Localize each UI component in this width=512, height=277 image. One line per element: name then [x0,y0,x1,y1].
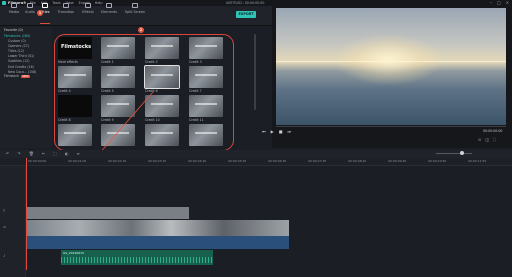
ruler-tick-label: 00:00:05:25 [228,159,247,163]
video-clip[interactable] [27,220,289,236]
cut-icon[interactable]: ✂ [42,151,45,156]
zoom-slider-handle[interactable] [460,151,464,155]
audio-mixer-icon[interactable]: ≡ [76,151,79,156]
ruler-tick-label: 00:00:00:00 [28,159,47,163]
ruler-tick-label: 00:00:02:10 [108,159,127,163]
undo-icon[interactable]: ↶ [6,151,9,156]
playhead[interactable] [26,158,27,270]
preview-timecode: 00:00:00:00 [483,129,503,133]
color-icon[interactable]: ◐ [65,151,69,156]
preview-video [276,8,506,125]
video-clip-strip[interactable] [27,236,289,249]
video-track-icon: ▭ [3,225,7,229]
playback-controls: ⏮ ▶ ■ ⏭ [262,129,291,134]
snapshot-icon[interactable]: ⊙ [478,137,481,142]
ruler-tick-label: 00:00:07:35 [308,159,327,163]
redo-icon[interactable]: ↷ [17,151,20,156]
ruler-tick-label: 00:00:01:05 [68,159,87,163]
ruler-tick-label: 00:00:03:15 [148,159,167,163]
previous-frame-button[interactable]: ⏮ [262,129,266,134]
preview-horizon [276,61,506,62]
next-frame-button[interactable]: ⏭ [287,129,291,134]
audio-clip-label: GS_20190615 [63,251,84,255]
audio-track-icon: ♪ [3,254,6,258]
title-clip[interactable] [27,207,189,219]
track-headers: T ▭ ♪ [0,166,26,277]
preview-right-controls: ⊙ ◫ ⛶ [478,137,496,142]
fullscreen-icon[interactable]: ⛶ [493,137,496,142]
stop-button[interactable]: ■ [279,129,283,134]
ruler-tick-label: 00:00:06:30 [268,159,287,163]
ruler-tick-label: 00:00:08:40 [348,159,367,163]
zoom-slider[interactable] [436,153,472,154]
delete-icon[interactable]: 🗑 [29,151,34,156]
quality-icon[interactable]: ◫ [485,137,489,142]
preview-progress-bar[interactable] [276,126,506,127]
audio-waveform [61,257,213,263]
timeline-tools: ↶ ↷ 🗑 ✂ ⬚ ◐ ≡ [6,151,80,156]
ruler-tick-label: 00:00:04:20 [188,159,207,163]
play-button[interactable]: ▶ [271,129,274,134]
ruler-tick-label: 00:00:09:45 [388,159,407,163]
crop-icon[interactable]: ⬚ [53,151,57,156]
ruler-tick-label: 00:00:11:55 [468,159,487,163]
title-track-icon: T [3,209,6,213]
ruler-tick-label: 00:00:10:50 [428,159,447,163]
